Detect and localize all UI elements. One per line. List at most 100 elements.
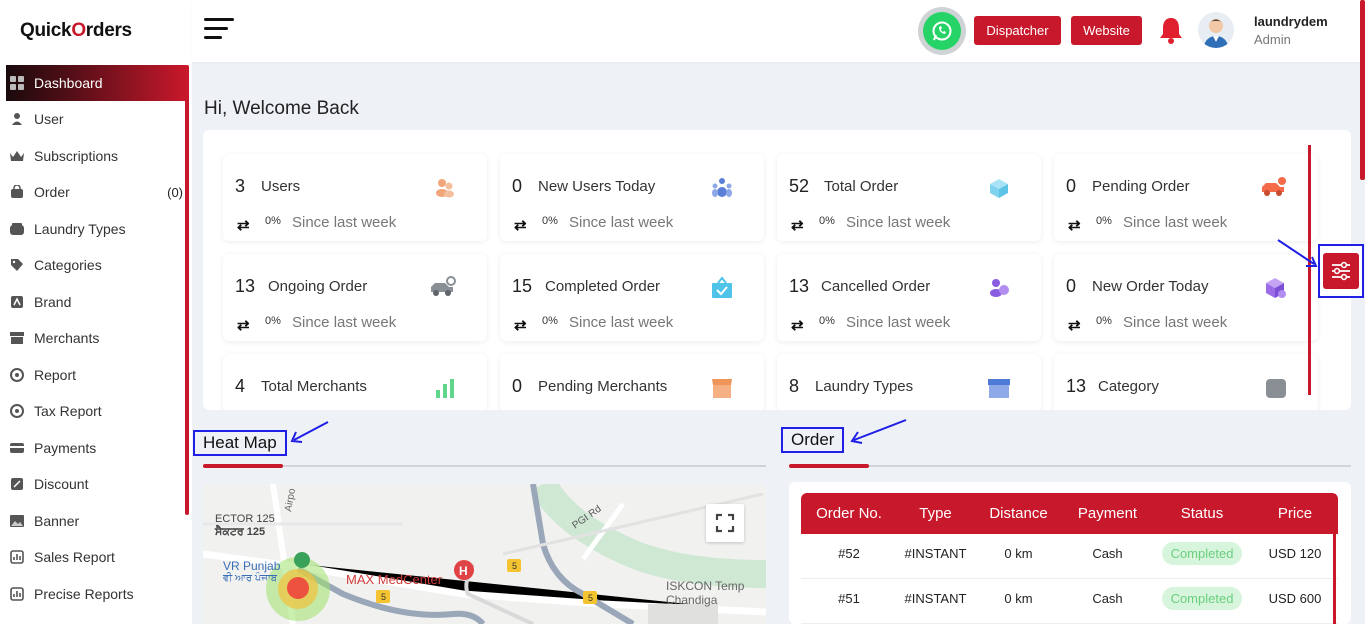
filter-settings-button[interactable] — [1318, 244, 1364, 298]
sidebar-item-brand[interactable]: Brand — [6, 284, 186, 321]
column-header[interactable]: Status — [1152, 505, 1252, 522]
stat-percent: 0% — [1096, 215, 1112, 227]
stat-value: 0 — [512, 376, 523, 396]
stat-value: 8 — [789, 376, 800, 396]
sidebar-item-payments[interactable]: Payments — [6, 430, 186, 467]
box-icon — [990, 179, 1008, 198]
order-table: Order No. Type Distance Payment Status P… — [801, 493, 1338, 624]
avatar[interactable] — [1198, 12, 1234, 48]
image-icon — [9, 513, 25, 529]
sidebar-item-dashboard[interactable]: Dashboard — [6, 65, 186, 101]
sidebar-item-report[interactable]: Report — [6, 357, 186, 394]
svg-text:ECTOR 125: ECTOR 125 — [215, 513, 275, 525]
column-header[interactable]: Price — [1252, 505, 1338, 522]
order-distance: 0 km — [1004, 546, 1033, 561]
new-order-box-icon — [1266, 278, 1286, 298]
sidebar-item-label: Precise Reports — [34, 585, 134, 602]
stat-card-users[interactable]: 3 Users ⇄ 0% Since last week — [223, 154, 487, 241]
app-logo[interactable]: QuickOrders — [20, 20, 132, 42]
svg-text:5: 5 — [381, 592, 386, 602]
sidebar-item-precise-reports[interactable]: Precise Reports — [6, 576, 186, 613]
stat-label: Total Order — [824, 178, 899, 195]
page-scrollbar[interactable] — [1360, 0, 1365, 180]
status-cell: Completed — [1152, 534, 1252, 578]
bar-chart-icon — [436, 379, 454, 398]
stat-card-laundry-types[interactable]: 8 Laundry Types — [777, 354, 1041, 410]
sidebar-item-label: Order — [34, 184, 70, 201]
svg-text:VR Punjab: VR Punjab — [223, 559, 281, 573]
menu-toggle-icon[interactable] — [204, 18, 234, 42]
stat-card-pending-order[interactable]: 0 Pending Order ⇄ 0% Since last week — [1054, 154, 1318, 241]
sidebar-item-label: Subscriptions — [34, 147, 119, 164]
sidebar-item-label: Banner — [34, 512, 80, 529]
sidebar-item-categories[interactable]: Categories — [6, 247, 186, 284]
heat-map[interactable]: H 5 5 5 ECTOR 125 ਸੈਕਟਰ 125 VR Punjab ਵੀ… — [203, 484, 766, 624]
sidebar-item-sales-report[interactable]: Sales Report — [6, 539, 186, 576]
svg-text:ISKCON Temp: ISKCON Temp — [666, 579, 745, 593]
sidebar-item-subscriptions[interactable]: Subscriptions — [6, 138, 186, 175]
chart-icon — [9, 586, 25, 602]
stat-value: 52 — [789, 176, 810, 196]
svg-text:5: 5 — [588, 593, 593, 603]
column-header[interactable]: Distance — [974, 505, 1063, 522]
order-scrollbar[interactable] — [1333, 494, 1336, 624]
stat-value: 13 — [1066, 376, 1087, 396]
sidebar-item-banner[interactable]: Banner — [6, 503, 186, 540]
svg-text:MAX MedCenter: MAX MedCenter — [346, 572, 443, 587]
stat-card-pending-merchants[interactable]: 0 Pending Merchants — [500, 354, 764, 410]
sidebar-item-merchants[interactable]: Merchants — [6, 320, 186, 357]
stat-value: 3 — [235, 176, 246, 196]
annotation-arrow-icon — [1277, 239, 1318, 267]
dispatcher-button[interactable]: Dispatcher — [974, 16, 1061, 45]
stat-label: New Users Today — [538, 178, 656, 195]
stat-label: Ongoing Order — [268, 278, 368, 295]
website-button[interactable]: Website — [1071, 16, 1142, 45]
stat-card-new-users-today[interactable]: 0 New Users Today ⇄ 0% Since last week — [500, 154, 764, 241]
table-row[interactable]: #51 #INSTANT 0 km Cash Completed USD 600 — [801, 579, 1338, 624]
stat-card-completed-order[interactable]: 15 Completed Order ⇄ 0% Since last week — [500, 254, 764, 341]
stat-card-ongoing-order[interactable]: 13 Ongoing Order ⇄ 0% Since last week — [223, 254, 487, 341]
status-badge: Completed — [1161, 587, 1243, 610]
swap-icon: ⇄ — [791, 317, 804, 334]
svg-text:ਸੈਕਟਰ 125: ਸੈਕਟਰ 125 — [214, 524, 265, 538]
stat-card-total-merchants[interactable]: 4 Total Merchants — [223, 354, 487, 410]
order-type: #INSTANT — [904, 591, 967, 606]
user-icon — [9, 111, 25, 127]
stat-percent: 0% — [265, 315, 281, 327]
stat-percent: 0% — [1096, 315, 1112, 327]
sliders-icon — [1323, 253, 1359, 289]
stat-percent: 0% — [542, 315, 558, 327]
notification-bell-icon[interactable] — [1158, 16, 1184, 49]
sidebar-item-laundry-types[interactable]: Laundry Types — [6, 211, 186, 248]
report-icon — [9, 367, 25, 383]
sidebar-item-label: Payments — [34, 439, 97, 456]
stat-percent: 0% — [819, 215, 835, 227]
wallet-icon — [9, 440, 25, 456]
fullscreen-icon[interactable] — [706, 504, 744, 542]
table-row[interactable]: #52 #INSTANT 0 km Cash Completed USD 120 — [801, 534, 1338, 579]
sidebar-scrollbar[interactable] — [185, 65, 189, 515]
svg-text:H: H — [459, 564, 468, 578]
column-header[interactable]: Order No. — [801, 505, 897, 522]
shop-icon — [712, 379, 732, 398]
stat-card-cancelled-order[interactable]: 13 Cancelled Order ⇄ 0% Since last week — [777, 254, 1041, 341]
laundry-store-icon — [988, 379, 1010, 398]
stat-since: Since last week — [846, 214, 951, 231]
user-role: Admin — [1254, 32, 1291, 47]
order-count-badge: (0) — [167, 184, 183, 200]
sidebar-item-order[interactable]: Order (0) — [6, 174, 186, 211]
brand-icon — [9, 294, 25, 310]
stat-card-category[interactable]: 13 Category — [1054, 354, 1318, 410]
discount-icon — [9, 476, 25, 492]
sidebar-item-label: Categories — [34, 257, 102, 274]
swap-icon: ⇄ — [514, 217, 527, 234]
column-header[interactable]: Type — [897, 505, 974, 522]
sidebar-item-discount[interactable]: Discount — [6, 466, 186, 503]
column-header[interactable]: Payment — [1063, 505, 1152, 522]
stat-label: Pending Order — [1092, 178, 1190, 195]
sidebar-item-user[interactable]: User — [6, 101, 186, 138]
whatsapp-button[interactable] — [918, 7, 966, 55]
bag-icon — [9, 184, 25, 200]
stat-card-total-order[interactable]: 52 Total Order ⇄ 0% Since last week — [777, 154, 1041, 241]
sidebar-item-tax-report[interactable]: Tax Report — [6, 393, 186, 430]
